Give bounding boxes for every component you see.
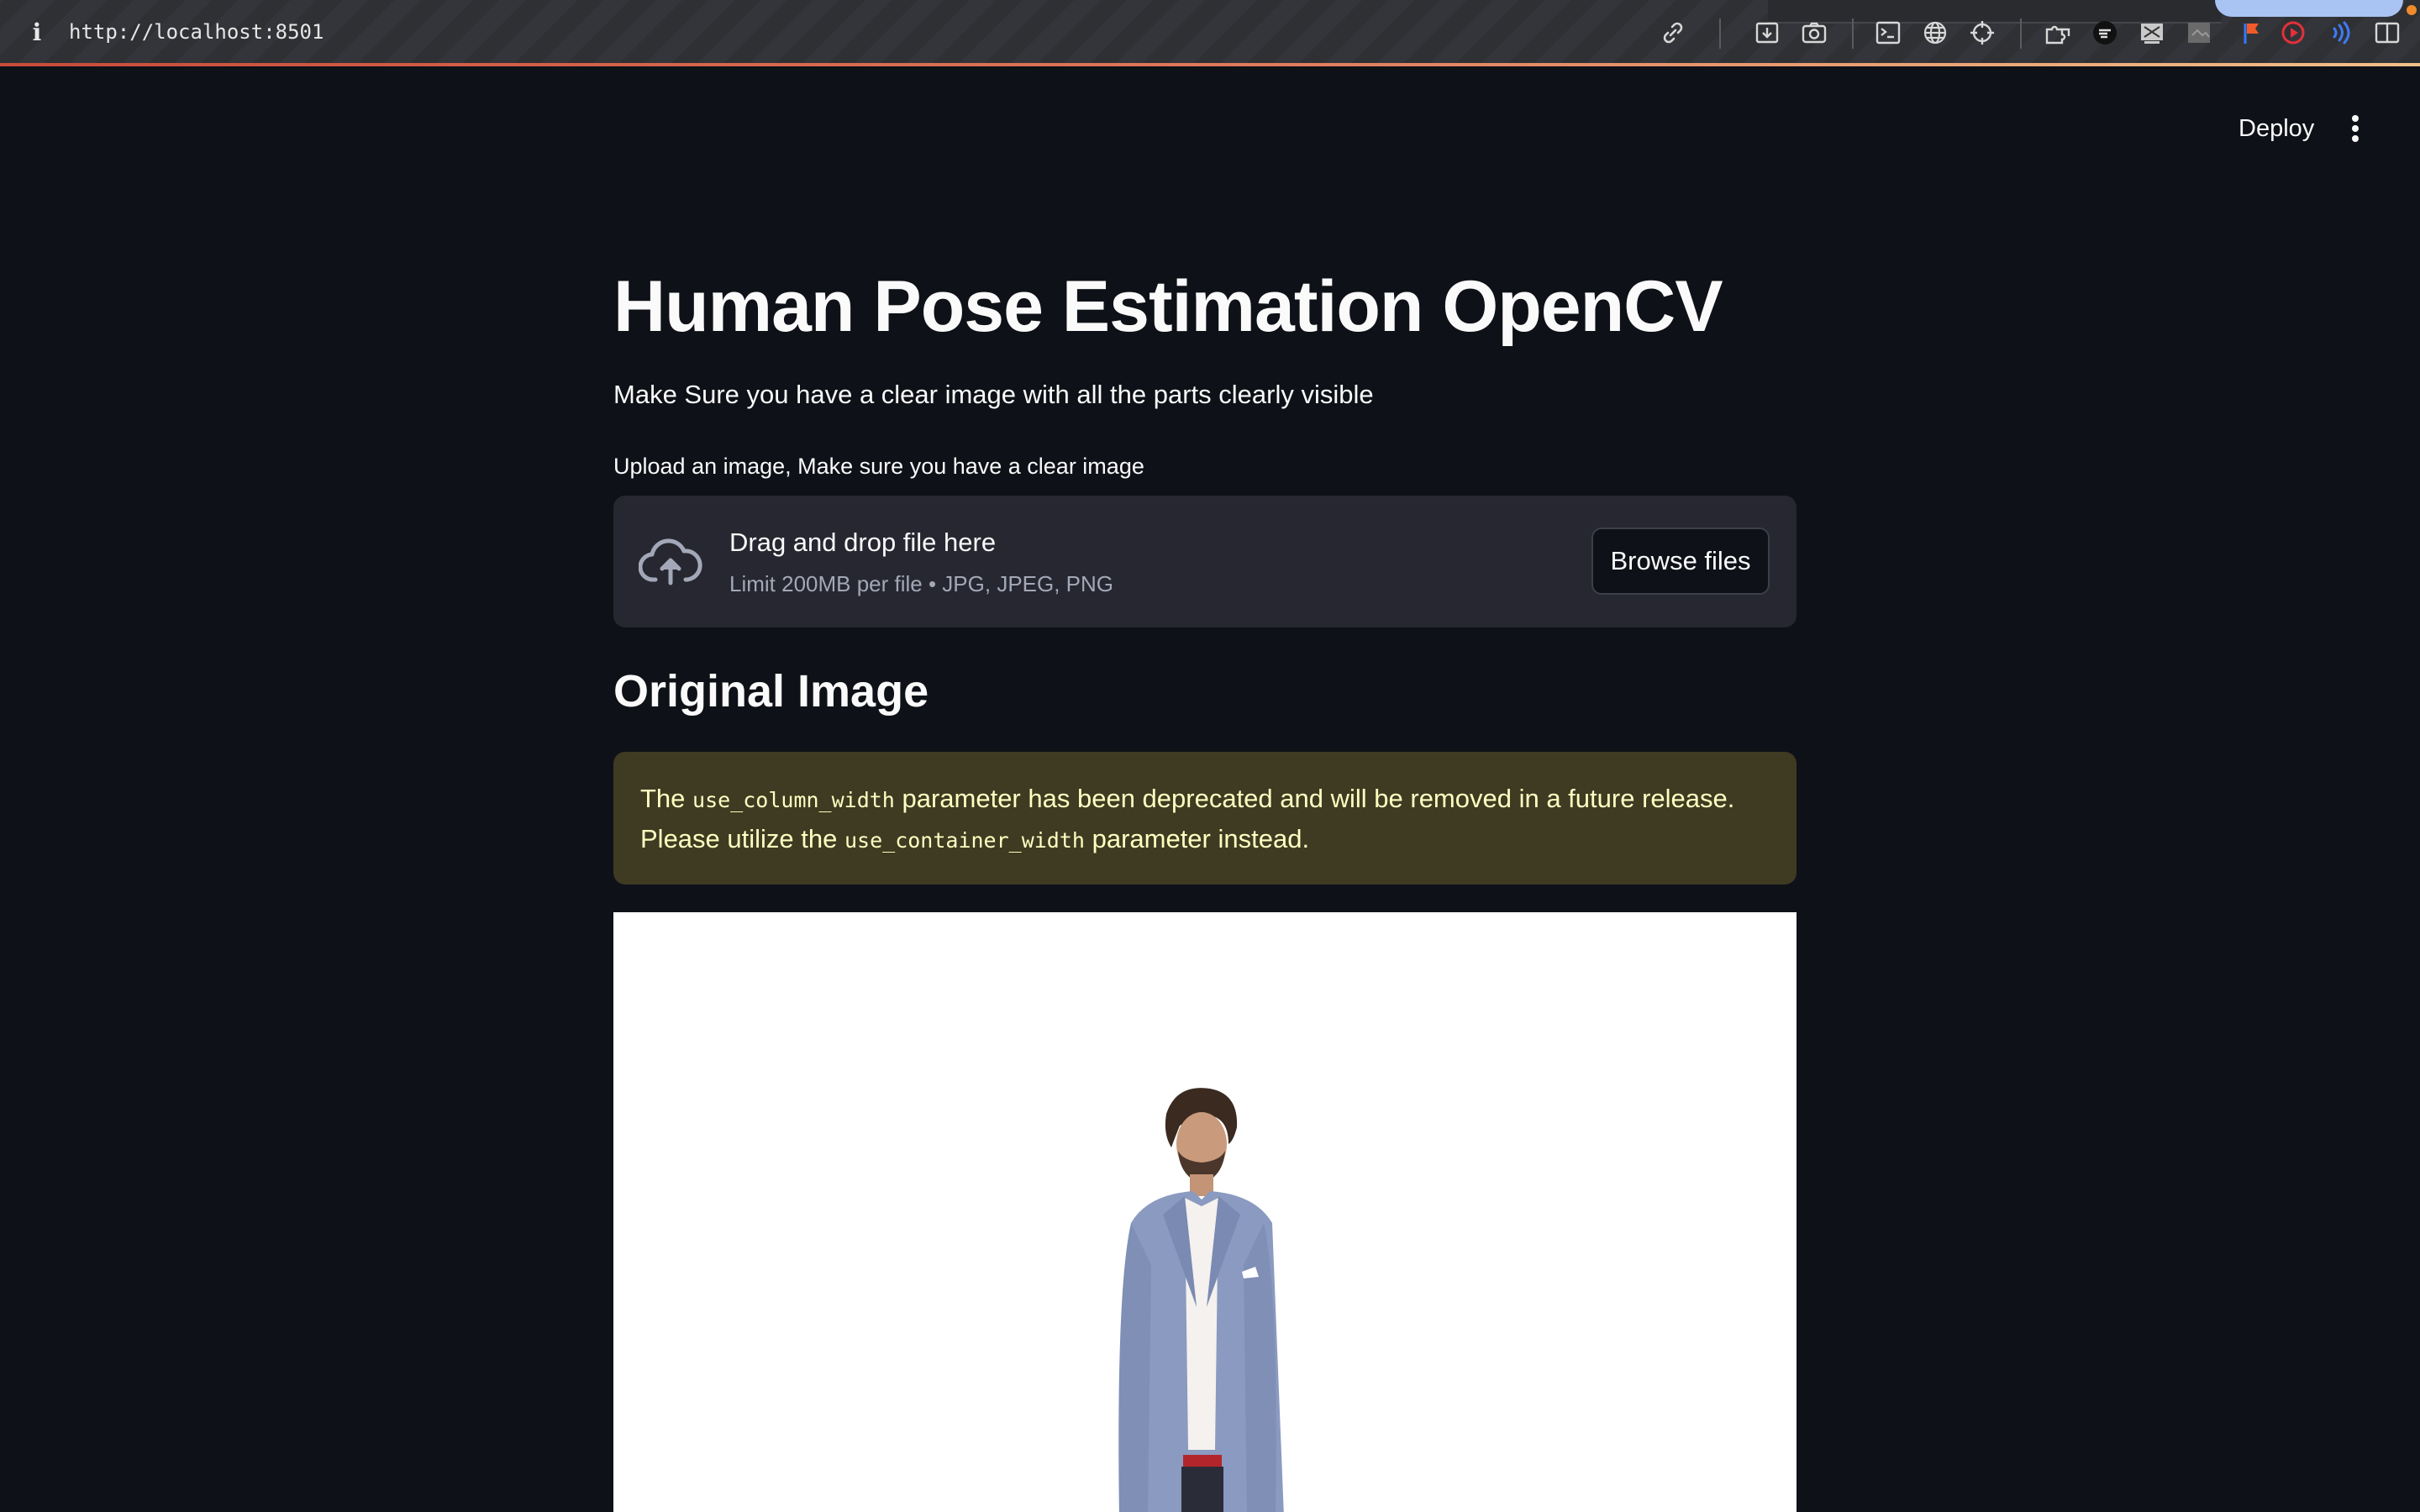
browse-files-button[interactable]: Browse files	[1591, 528, 1770, 595]
sidebar-icon[interactable]	[2373, 18, 2402, 47]
camera-icon[interactable]	[1800, 18, 1828, 47]
address-bar[interactable]: http://localhost:8501	[69, 20, 324, 44]
dropzone-limit-text: Limit 200MB per file • JPG, JPEG, PNG	[729, 571, 1114, 596]
toolbar-separator	[1719, 18, 1721, 49]
warning-code: use_container_width	[844, 828, 1085, 853]
notification-dot	[2407, 5, 2417, 15]
record-icon[interactable]	[2279, 18, 2307, 47]
warning-code: use_column_width	[692, 788, 895, 812]
screen-icon[interactable]	[2138, 18, 2166, 47]
uploader-label: Upload an image, Make sure you have a cl…	[613, 454, 1144, 479]
flag-icon[interactable]	[2237, 18, 2265, 47]
image-icon[interactable]	[2185, 18, 2213, 47]
toolbar-separator	[2020, 18, 2022, 49]
section-title: Original Image	[613, 666, 929, 717]
file-dropzone[interactable]: Drag and drop file here Limit 200MB per …	[613, 496, 1797, 627]
crosshair-icon[interactable]	[1968, 18, 1996, 47]
toolbar-separator	[1852, 18, 1854, 49]
deploy-button[interactable]: Deploy	[2227, 108, 2326, 150]
person-photo	[1118, 1088, 1284, 1512]
page-subtitle: Make Sure you have a clear image with al…	[613, 380, 1374, 409]
info-icon[interactable]: i	[29, 18, 45, 47]
tool-icon[interactable]	[2091, 18, 2119, 47]
cloud-upload-icon	[638, 534, 702, 588]
warning-text: The	[640, 784, 693, 813]
warning-text: parameter instead.	[1084, 824, 1310, 853]
deprecation-warning: The use_column_width parameter has been …	[613, 752, 1797, 885]
kebab-menu-icon[interactable]	[2343, 111, 2368, 146]
dropzone-title: Drag and drop file here	[729, 528, 997, 557]
link-icon[interactable]	[1659, 18, 1687, 47]
globe-icon[interactable]	[1921, 18, 1949, 47]
extension-icon[interactable]	[2044, 18, 2072, 47]
browser-toolbar: i http://localhost:8501	[0, 0, 2420, 66]
terminal-icon[interactable]	[1874, 18, 1902, 47]
original-image	[613, 912, 1797, 1512]
download-icon[interactable]	[1753, 18, 1781, 47]
audio-icon[interactable]	[2326, 18, 2354, 47]
profile-pill[interactable]	[2215, 0, 2403, 17]
page-title: Human Pose Estimation OpenCV	[613, 266, 1723, 347]
